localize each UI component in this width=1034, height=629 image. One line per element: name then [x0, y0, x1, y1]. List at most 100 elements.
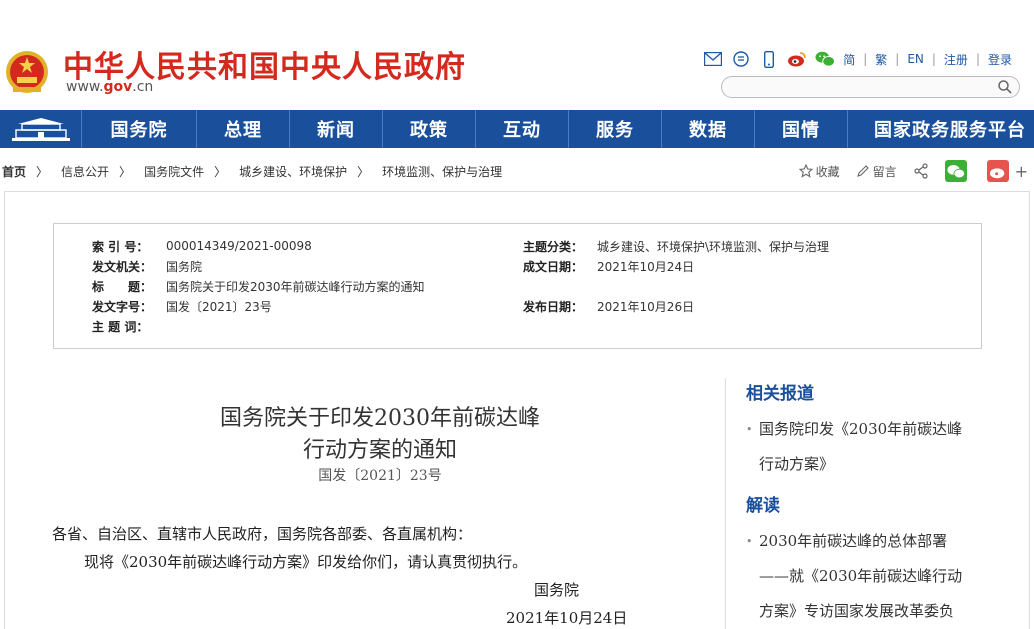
article-body: 各省、自治区、直辖市人民政府，国务院各部委、各直属机构： 现将《2030年前碳达…: [52, 520, 627, 629]
more-share-icon[interactable]: +: [1015, 162, 1028, 181]
site-header: 中华人民共和国中央人民政府 www.gov.cn 简 | 繁 | EN | 注册…: [0, 0, 1034, 110]
meta-subject-label: 主题分类：: [523, 239, 584, 254]
breadcrumb-state-council-docs[interactable]: 国务院文件: [144, 163, 204, 180]
meta-title-label: 标 题：: [92, 279, 153, 294]
lang-traditional-link[interactable]: 繁: [875, 51, 887, 68]
nav-item-premier[interactable]: 总理: [197, 110, 290, 148]
breadcrumb-environment-monitoring[interactable]: 环境监测、保护与治理: [382, 163, 502, 180]
url-brand: gov: [103, 79, 133, 95]
interpretation-line-text[interactable]: ——就《2030年前碳达峰行动: [759, 567, 962, 585]
related-report-item[interactable]: 国务院印发《2030年前碳达峰 行动方案》: [746, 412, 1026, 482]
lang-simplified-link[interactable]: 简: [843, 51, 855, 68]
search-input[interactable]: [732, 78, 1002, 98]
meta-keywords-row: 主 题 词：: [92, 318, 166, 334]
weibo-icon[interactable]: [787, 50, 807, 68]
sidebar-divider: [725, 378, 726, 629]
meta-date-label: 成文日期：: [523, 259, 584, 274]
favorite-button[interactable]: 收藏: [798, 163, 840, 180]
pencil-icon: [856, 165, 869, 177]
meta-index-row: 索 引 号： 000014349/2021-00098: [92, 238, 312, 254]
nav-item-national-info[interactable]: 国情: [755, 110, 848, 148]
lang-english-link[interactable]: EN: [907, 52, 924, 66]
favorite-label: 收藏: [815, 164, 840, 179]
separator: |: [931, 52, 936, 66]
comment-label: 留言: [872, 164, 897, 179]
article-signature: 国务院: [534, 581, 580, 599]
site-url: www.gov.cn: [66, 79, 153, 95]
interpretation-line[interactable]: 2030年前碳达峰的总体部署: [746, 524, 1026, 559]
interpretation-item[interactable]: 2030年前碳达峰的总体部署 ——就《2030年前碳达峰行动 方案》专访国家发展…: [746, 524, 1026, 629]
meta-docno-value: 国发〔2021〕23号: [166, 299, 272, 314]
separator: |: [975, 52, 980, 66]
share-icon: [913, 163, 928, 179]
related-report-line-text[interactable]: 行动方案》: [759, 455, 834, 473]
article-title-line-2: 行动方案的通知: [302, 438, 457, 463]
star-icon: [798, 164, 813, 178]
article-paragraph: 现将《2030年前碳达峰行动方案》印发给你们，请认真贯彻执行。: [84, 553, 528, 571]
nav-item-news[interactable]: 新闻: [290, 110, 383, 148]
mail-icon[interactable]: [703, 50, 723, 68]
meta-date-value: 2021年10月24日: [597, 259, 695, 274]
nav-item-policy[interactable]: 政策: [383, 110, 476, 148]
meta-issuer-row: 发文机关： 国务院: [92, 258, 202, 274]
national-emblem-icon[interactable]: [4, 47, 50, 97]
share-button[interactable]: [913, 163, 929, 179]
meta-date-row: 成文日期： 2021年10月24日: [523, 258, 694, 274]
url-suffix: .cn: [132, 79, 154, 95]
rss-icon[interactable]: [731, 50, 751, 68]
related-reports-heading: 相关报道: [746, 384, 814, 404]
top-tools: 简 | 繁 | EN | 注册 | 登录: [703, 49, 1012, 69]
meta-pub-label: 发布日期：: [523, 299, 584, 314]
breadcrumb-info-public[interactable]: 信息公开: [61, 163, 109, 180]
nav-item-service[interactable]: 服务: [569, 110, 662, 148]
chevron-right-icon: 〉: [357, 164, 370, 179]
meta-pub-value: 2021年10月26日: [597, 299, 695, 314]
chevron-right-icon: 〉: [36, 164, 49, 179]
search-box: [721, 76, 1020, 98]
register-link[interactable]: 注册: [944, 51, 968, 68]
meta-index-label: 索 引 号：: [92, 239, 149, 254]
nav-home[interactable]: [0, 110, 82, 148]
nav-item-state-council[interactable]: 国务院: [82, 110, 197, 148]
nav-item-data[interactable]: 数据: [662, 110, 755, 148]
interpretation-line[interactable]: ——就《2030年前碳达峰行动: [746, 559, 1026, 594]
share-weibo-button[interactable]: [986, 160, 1009, 182]
chevron-right-icon: 〉: [119, 164, 132, 179]
meta-title-row: 标 题： 国务院关于印发2030年前碳达峰行动方案的通知: [92, 278, 425, 294]
sidebar: 相关报道 国务院印发《2030年前碳达峰 行动方案》 解读 2030年前碳达峰的…: [746, 380, 1026, 629]
share-bar: 收藏 留言 +: [798, 158, 1034, 184]
wechat-icon: [947, 164, 965, 178]
related-report-line[interactable]: 行动方案》: [746, 447, 1026, 482]
wechat-icon[interactable]: [815, 50, 836, 68]
breadcrumb-urban-environment[interactable]: 城乡建设、环境保护: [239, 163, 347, 180]
weibo-icon: [989, 167, 1004, 178]
article-paragraph: 各省、自治区、直辖市人民政府，国务院各部委、各直属机构：: [52, 525, 473, 543]
comment-button[interactable]: 留言: [856, 163, 897, 180]
interpretation-line[interactable]: 方案》专访国家发展改革委负: [746, 594, 1026, 629]
meta-subject-value: 城乡建设、环境保护\环境监测、保护与治理: [597, 239, 830, 254]
interpretation-line-text[interactable]: 方案》专访国家发展改革委负: [759, 602, 954, 620]
nav-item-gov-service-platform[interactable]: 国家政务服务平台: [848, 110, 1034, 148]
meta-docno-row: 发文字号： 国发〔2021〕23号: [92, 298, 272, 314]
mobile-icon[interactable]: [759, 50, 779, 68]
nav-item-interaction[interactable]: 互动: [476, 110, 569, 148]
separator: |: [863, 52, 868, 66]
separator: |: [895, 52, 900, 66]
meta-issuer-label: 发文机关：: [92, 259, 153, 274]
interpretation-heading: 解读: [746, 496, 780, 516]
url-prefix: www.: [66, 79, 104, 95]
meta-index-value: 000014349/2021-00098: [166, 239, 312, 253]
breadcrumb-home[interactable]: 首页: [2, 163, 26, 180]
search-icon[interactable]: [997, 79, 1013, 95]
main-nav: 国务院 总理 新闻 政策 互动 服务 数据 国情 国家政务服务平台: [0, 110, 1034, 148]
meta-issuer-value: 国务院: [166, 259, 203, 274]
meta-pub-row: 发布日期： 2021年10月26日: [523, 298, 694, 314]
share-wechat-button[interactable]: [944, 160, 967, 182]
article-title: 国务院关于印发2030年前碳达峰 行动方案的通知: [160, 403, 600, 467]
chevron-right-icon: 〉: [214, 164, 227, 179]
related-report-line[interactable]: 国务院印发《2030年前碳达峰: [746, 412, 1026, 447]
meta-title-value: 国务院关于印发2030年前碳达峰行动方案的通知: [166, 279, 425, 294]
article-title-line-1: 国务院关于印发2030年前碳达峰: [220, 406, 540, 431]
login-link[interactable]: 登录: [988, 51, 1012, 68]
tiananmen-icon: [11, 118, 70, 141]
